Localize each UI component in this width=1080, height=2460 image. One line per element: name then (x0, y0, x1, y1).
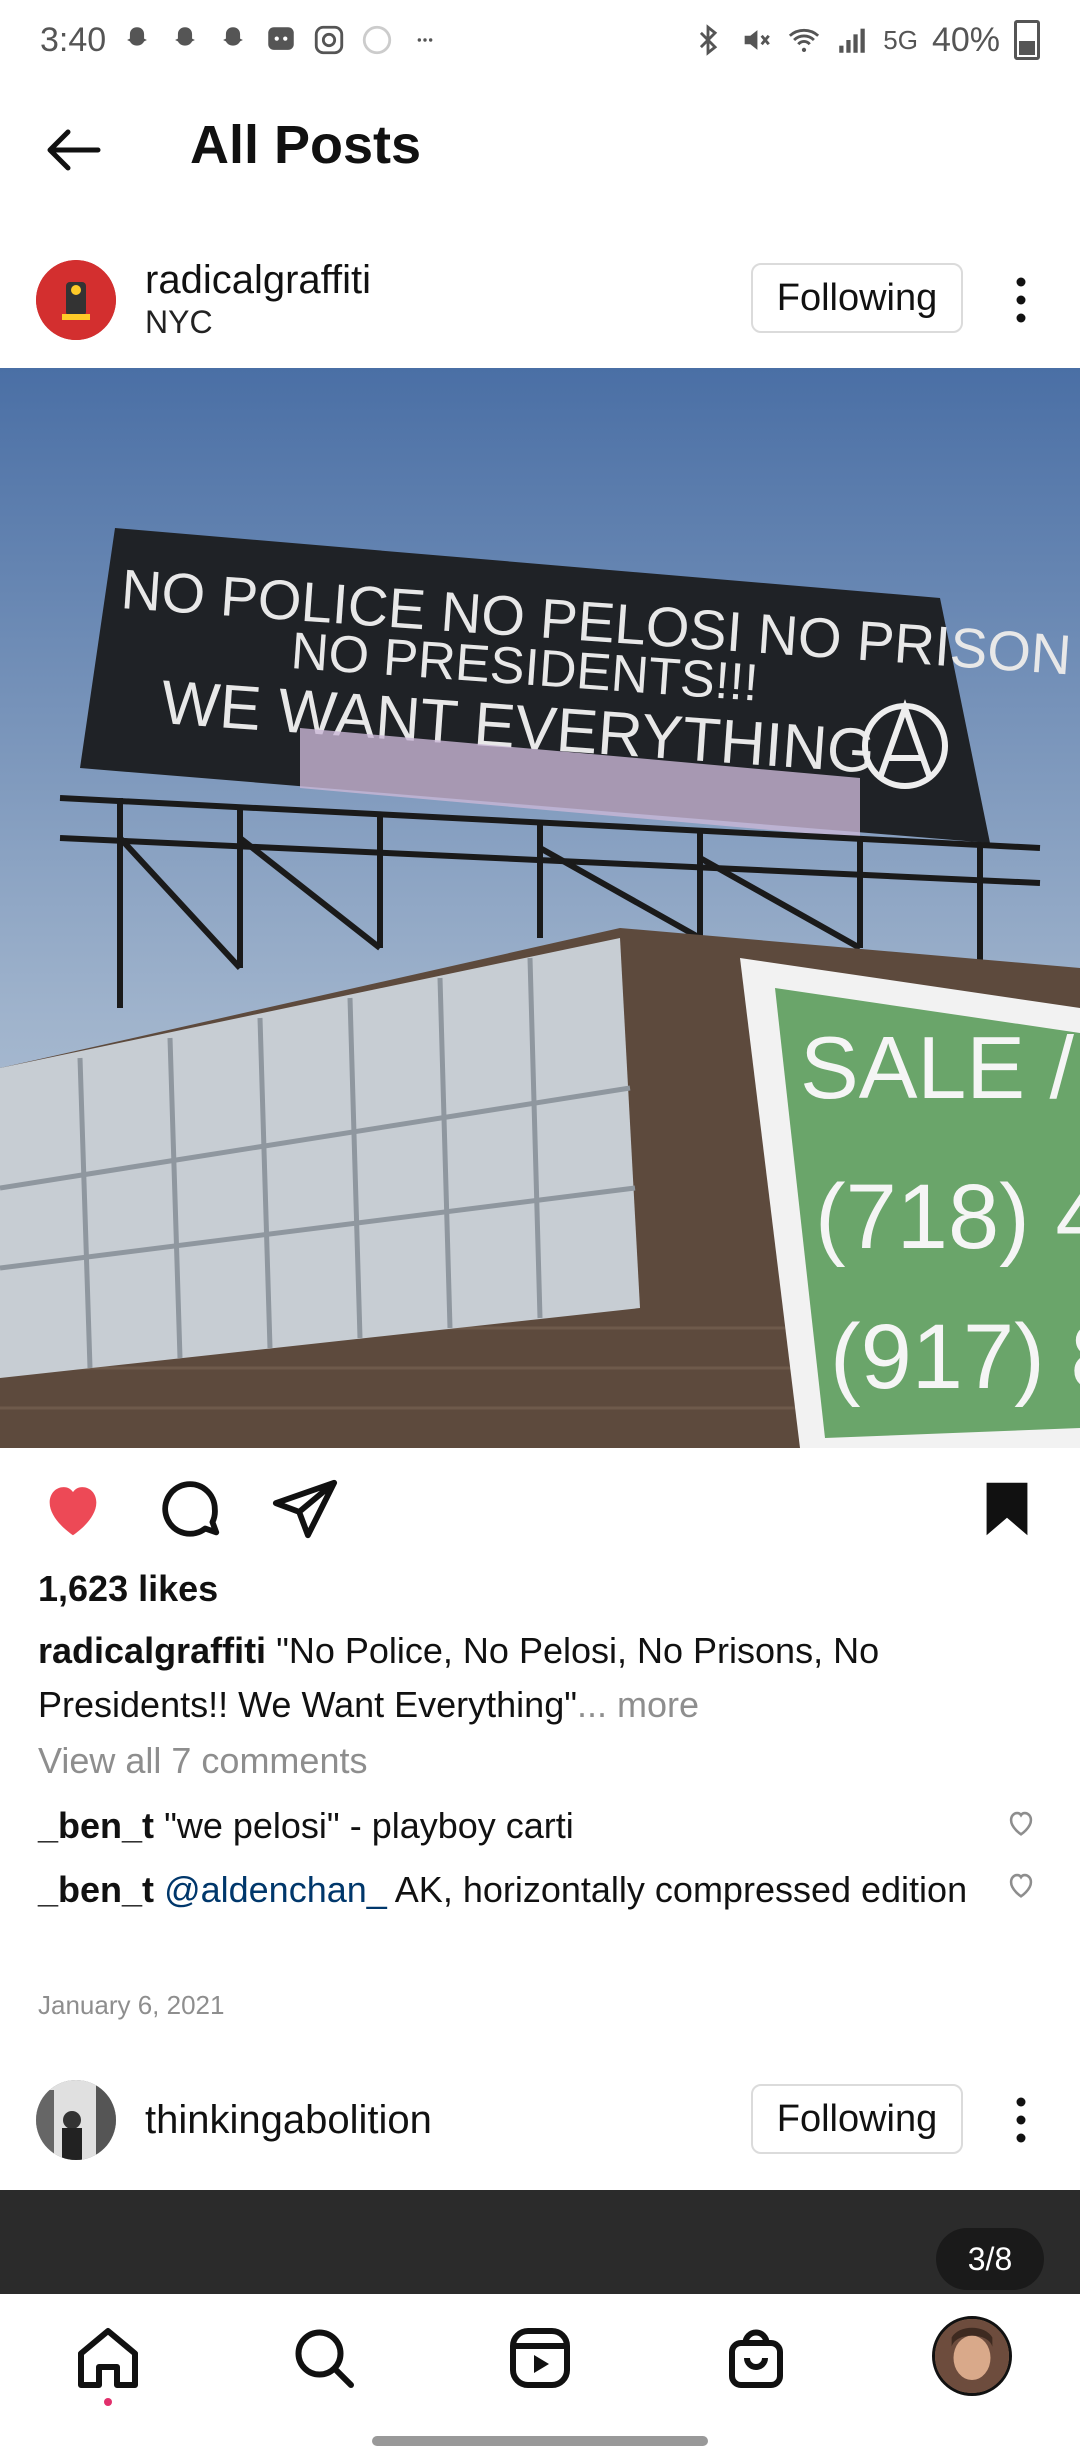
caption-username[interactable]: radicalgraffiti (38, 1630, 266, 1671)
home-icon (78, 2328, 138, 2388)
reels-icon (510, 2328, 570, 2388)
heart-outline-icon (1009, 1811, 1033, 1836)
snapchat-icon (120, 23, 154, 57)
bookmark-filled-icon (986, 1482, 1028, 1536)
nav-shop[interactable] (720, 2322, 792, 2394)
wifi-icon (787, 23, 821, 57)
snapchat-icon (216, 23, 250, 57)
post-date: January 6, 2021 (38, 1990, 225, 2020)
comment-button[interactable] (155, 1474, 225, 1544)
signal-icon (835, 23, 869, 57)
caption-more-link[interactable]: ... more (577, 1684, 699, 1725)
battery-percent: 40% (931, 20, 1000, 59)
sign-text-1: SALE / LE (800, 1018, 1080, 1117)
comment-like-button[interactable] (1004, 1868, 1038, 1902)
carousel-page-counter: 3/8 (936, 2228, 1044, 2290)
home-indicator[interactable] (372, 2436, 708, 2446)
billboard-photo: NO POLICE NO PELOSI NO PRISON NO PRESIDE… (0, 368, 1080, 1448)
next-post-image[interactable] (0, 2190, 1080, 2294)
more-vertical-icon (1016, 277, 1026, 323)
nav-reels[interactable] (504, 2322, 576, 2394)
avatar[interactable] (36, 260, 116, 340)
more-notifications-icon (408, 23, 442, 57)
post-actions (0, 1462, 1080, 1552)
more-options-button[interactable] (1006, 270, 1036, 330)
status-left: 3:40 (40, 21, 442, 60)
status-time: 3:40 (40, 20, 107, 59)
chat-app-icon (264, 23, 298, 57)
search-icon (295, 2329, 354, 2388)
post-username[interactable]: radicalgraffiti (145, 258, 371, 303)
following-button[interactable]: Following (751, 263, 963, 333)
status-bar: 3:40 5G 40% (0, 0, 1080, 80)
top-header: All Posts (0, 80, 1080, 220)
more-vertical-icon (1016, 2097, 1026, 2143)
post-header: radicalgraffiti NYC Following (0, 240, 1080, 360)
like-button[interactable] (38, 1474, 108, 1544)
radicalgraffiti-logo-icon (36, 260, 116, 340)
comment-text: "we pelosi" - playboy carti (164, 1805, 574, 1846)
share-button[interactable] (270, 1474, 340, 1544)
circle-icon (360, 23, 394, 57)
back-button[interactable] (40, 118, 104, 182)
nav-search[interactable] (288, 2322, 360, 2394)
mute-icon (739, 23, 773, 57)
arrow-left-icon (47, 129, 101, 171)
post-location[interactable]: NYC (145, 304, 213, 341)
comment-username[interactable]: _ben_t (38, 1869, 154, 1910)
comment-mention[interactable]: @aldenchan_ (164, 1869, 387, 1910)
snapchat-icon (168, 23, 202, 57)
save-button[interactable] (972, 1474, 1042, 1544)
next-post-username[interactable]: thinkingabolition (145, 2098, 432, 2143)
page-title: All Posts (190, 115, 422, 175)
post-caption: radicalgraffiti "No Police, No Pelosi, N… (38, 1624, 1038, 1732)
next-post-header: thinkingabolition Following (0, 2080, 1080, 2200)
nav-profile[interactable] (932, 2316, 1012, 2396)
sign-text-3: (917) 83 (830, 1306, 1080, 1408)
profile-photo (36, 2080, 116, 2160)
sign-text-2: (718) 424- (815, 1166, 1080, 1268)
send-icon (272, 1479, 338, 1539)
comment-text: AK, horizontally compressed edition (394, 1869, 968, 1910)
comment-username[interactable]: _ben_t (38, 1805, 154, 1846)
comment-item: _ben_t "we pelosi" - playboy carti (38, 1800, 978, 1852)
likes-count[interactable]: 1,623 likes (38, 1568, 218, 1610)
profile-avatar-photo (935, 2319, 1009, 2393)
nav-home[interactable] (72, 2322, 144, 2394)
notification-dot (104, 2398, 112, 2406)
battery-icon (1014, 20, 1040, 60)
heart-outline-icon (1009, 1873, 1033, 1898)
more-options-button[interactable] (1006, 2090, 1036, 2150)
bluetooth-icon (691, 23, 725, 57)
heart-filled-icon (49, 1487, 97, 1536)
comment-like-button[interactable] (1004, 1806, 1038, 1840)
network-type: 5G (883, 24, 918, 55)
view-all-comments-link[interactable]: View all 7 comments (38, 1740, 367, 1782)
shopping-bag-icon (729, 2329, 783, 2388)
comment-icon (162, 1481, 220, 1537)
following-button[interactable]: Following (751, 2084, 963, 2154)
comment-item: _ben_t @aldenchan_ AK, horizontally comp… (38, 1864, 978, 1916)
avatar[interactable] (36, 2080, 116, 2160)
post-image[interactable]: NO POLICE NO PELOSI NO PRISON NO PRESIDE… (0, 368, 1080, 1448)
instagram-icon (312, 23, 346, 57)
status-right: 5G 40% (691, 20, 1040, 60)
